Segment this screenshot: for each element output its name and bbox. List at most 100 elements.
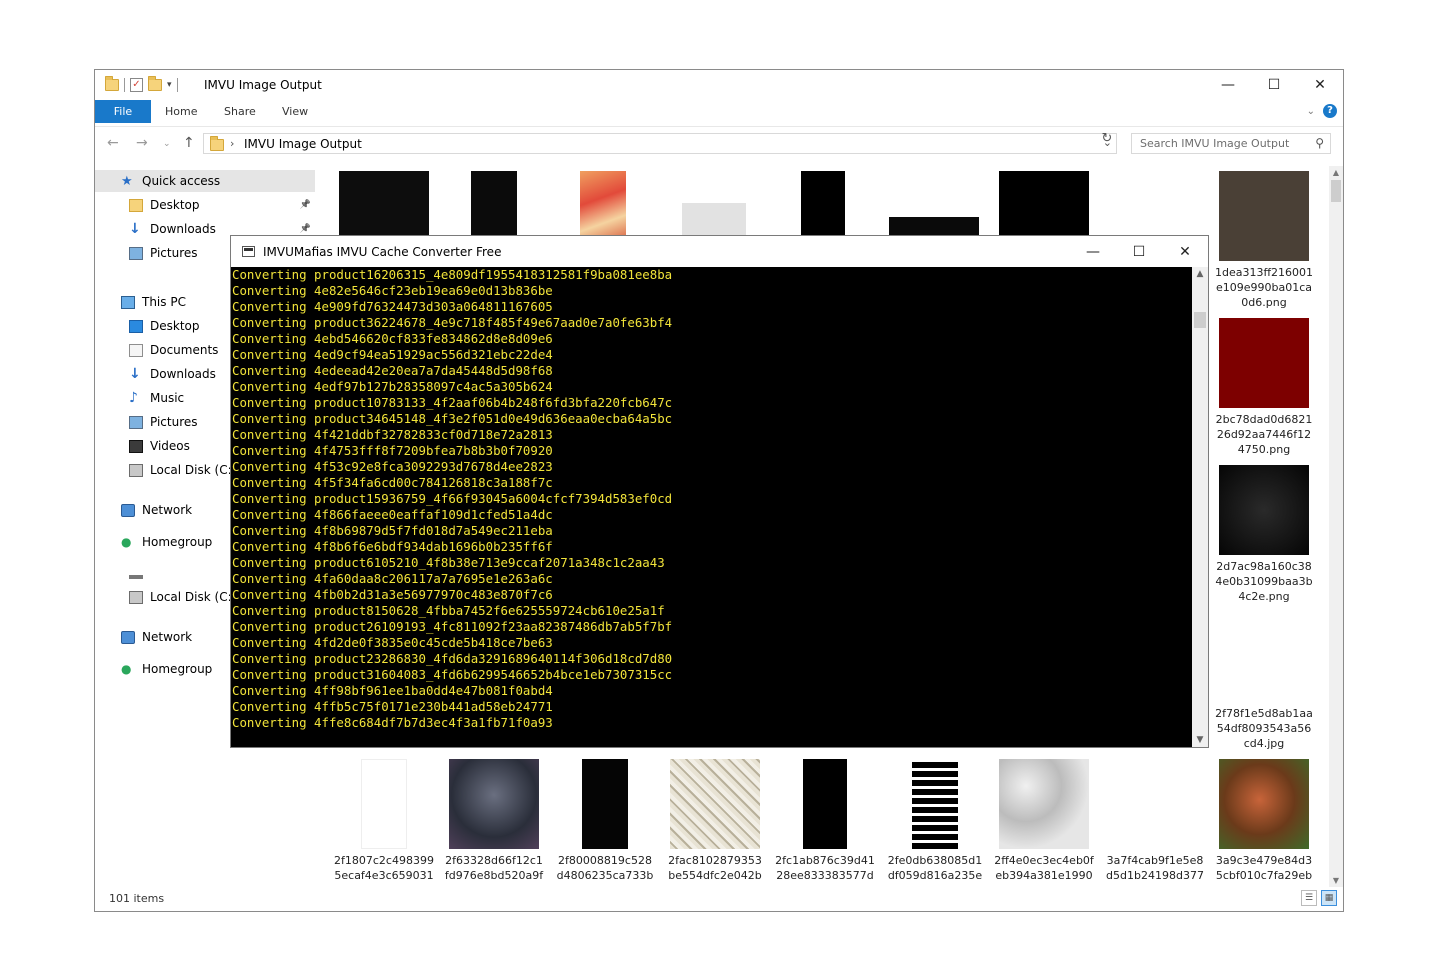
file-thumbnail[interactable] [999, 759, 1089, 849]
refresh-icon[interactable]: ↻ [1097, 131, 1117, 146]
console-minimize-button[interactable]: — [1070, 236, 1116, 267]
console-line: Converting 4f8b69879d5f7fd018d7a549ec211… [232, 523, 553, 538]
file-thumbnail[interactable] [1219, 612, 1309, 702]
tab-share[interactable]: Share [224, 100, 256, 123]
scroll-up-icon[interactable]: ▲ [1192, 269, 1208, 279]
file-thumbnail[interactable] [449, 759, 539, 849]
file-name[interactable]: 2ff4e0ec3ec4eb0feb394a381e1990a [994, 853, 1094, 883]
back-arrow-icon[interactable]: ← [107, 135, 119, 151]
homegroup-icon: ● [121, 534, 132, 549]
address-bar[interactable]: › IMVU Image Output ⌄ [203, 133, 1117, 154]
file-thumbnail[interactable] [339, 171, 429, 241]
up-arrow-icon[interactable]: ↑ [183, 135, 195, 151]
file-thumbnail[interactable] [580, 171, 626, 241]
file-name[interactable]: 2bc78dad0d682126d92aa7446f124750.png [1214, 412, 1314, 457]
customize-toolbar-icon[interactable]: ▾ [167, 80, 172, 90]
file-thumbnail[interactable] [999, 171, 1089, 241]
scrollbar-thumb[interactable] [1194, 312, 1206, 328]
sidebar-item-label: Homegroup [142, 662, 213, 676]
tab-home[interactable]: Home [165, 100, 197, 123]
console-line: Converting product6105210_4f8b38e713e9cc… [232, 555, 665, 570]
download-icon: ↓ [129, 220, 141, 237]
file-thumbnail[interactable] [801, 171, 845, 241]
console-scrollbar[interactable]: ▲ ▼ [1192, 267, 1208, 747]
console-line: Converting product16206315_4e809df195541… [232, 267, 673, 282]
pin-icon[interactable]: 📌 [300, 200, 311, 210]
file-thumbnail[interactable] [1219, 759, 1309, 849]
console-line: Converting 4f8b6f6e6bdf934dab1696b0b235f… [232, 539, 553, 554]
console-title: IMVUMafias IMVU Cache Converter Free [263, 245, 502, 259]
console-line: Converting product10783133_4f2aaf06b4b24… [232, 395, 673, 410]
console-line: Converting 4ed9cf94ea51929ac556d321ebc22… [232, 347, 553, 362]
file-thumbnail[interactable] [1110, 759, 1200, 849]
console-line: Converting product15936759_4f66f93045a60… [232, 491, 673, 506]
console-line: Converting 4fa60daa8c206117a7a7695e1e263… [232, 571, 553, 586]
console-line: Converting product36224678_4e9c718f485f4… [232, 315, 673, 330]
console-maximize-button[interactable]: ☐ [1116, 236, 1162, 267]
file-name[interactable]: 2f1807c2c4983995ecaf4e3c659031f [334, 853, 434, 883]
navigation-bar: ← → ⌄ ↑ › IMVU Image Output ⌄ ↻ Search I… [95, 126, 1343, 159]
console-output: Converting product16206315_4e809df195541… [231, 267, 1193, 747]
file-thumbnail[interactable] [471, 171, 517, 241]
breadcrumb[interactable]: IMVU Image Output [244, 137, 362, 151]
file-name[interactable]: 2f63328d66f12c1fd976e8bd520a9f8 [444, 853, 544, 883]
forward-arrow-icon[interactable]: → [136, 135, 148, 151]
scroll-down-icon[interactable]: ▼ [1329, 876, 1343, 885]
sidebar-item[interactable]: ★ Quick access [95, 170, 315, 192]
file-name[interactable]: 1dea313ff216001e109e990ba01ca0d6.png [1214, 265, 1314, 310]
sidebar-item[interactable]: Desktop 📌 [95, 194, 315, 216]
file-thumbnail[interactable] [803, 759, 847, 849]
file-name[interactable]: 3a7f4cab9f1e5e8d5d1b24198d377 [1105, 853, 1205, 883]
console-line: Converting 4edf97b127b28358097c4ac5a305b… [232, 379, 553, 394]
file-name[interactable]: 2d7ac98a160c384e0b31099baa3b4c2e.png [1214, 559, 1314, 604]
console-line: Converting 4fb0b2d31a3e56977970c483e870f… [232, 587, 553, 602]
sidebar-item-label: Quick access [142, 174, 221, 188]
recent-locations-icon[interactable]: ⌄ [163, 139, 171, 149]
properties-icon[interactable]: ✓ [130, 78, 143, 92]
file-name[interactable]: 2fc1ab876c39d4128ee833383577d9 [775, 853, 875, 883]
network-icon [121, 503, 135, 517]
scrollbar-thumb[interactable] [1331, 180, 1341, 202]
file-name[interactable]: 2fac8102879353be554dfc2e042b3d [665, 853, 765, 883]
scroll-up-icon[interactable]: ▲ [1329, 168, 1343, 177]
tab-file[interactable]: File [95, 100, 151, 123]
file-thumbnail[interactable] [1219, 171, 1309, 261]
sidebar-item-label: Pictures [150, 246, 198, 260]
console-close-button[interactable]: ✕ [1162, 236, 1208, 267]
pin-icon[interactable]: 📌 [300, 224, 311, 234]
sidebar-item-label: Documents [150, 343, 219, 357]
console-line: Converting product31604083_4fd6b62995466… [232, 667, 673, 682]
file-thumbnail[interactable] [582, 759, 628, 849]
network-icon [121, 630, 135, 644]
file-thumbnail[interactable] [670, 759, 760, 849]
maximize-button[interactable]: ☐ [1251, 70, 1297, 100]
file-name[interactable]: 2f78f1e5d8ab1aa54df8093543a56cd4.jpg [1214, 706, 1314, 751]
console-title-bar[interactable]: IMVUMafias IMVU Cache Converter Free — ☐… [231, 236, 1208, 267]
details-view-icon[interactable]: ☰ [1301, 890, 1317, 906]
minimize-button[interactable]: — [1205, 70, 1251, 100]
star-icon: ★ [121, 173, 133, 189]
documents-icon [129, 343, 143, 357]
help-icon[interactable]: ? [1323, 104, 1337, 118]
close-button[interactable]: ✕ [1297, 70, 1343, 100]
console-line: Converting product8150628_4fbba7452f6e62… [232, 603, 665, 618]
large-icons-view-icon[interactable]: ▦ [1321, 890, 1337, 906]
search-input[interactable]: Search IMVU Image Output ⚲ [1131, 133, 1331, 154]
new-folder-icon[interactable] [148, 76, 162, 91]
explorer-title-bar[interactable]: ✓ ▾ IMVU Image Output — ☐ ✕ [95, 70, 1343, 100]
file-thumbnail[interactable] [1219, 318, 1309, 408]
file-thumbnail[interactable] [361, 759, 407, 849]
file-name[interactable]: 2fe0db638085d1df059d816a235e92 [885, 853, 985, 883]
file-name[interactable]: 3a9c3e479e84d35cbf010c7fa29ebd [1214, 853, 1314, 883]
console-line: Converting 4ff98bf961ee1ba0dd4e47b081f0a… [232, 683, 553, 698]
homegroup-icon: ● [121, 661, 132, 676]
tab-view[interactable]: View [282, 100, 308, 123]
file-thumbnail[interactable] [1219, 465, 1309, 555]
sidebar-item-label: Music [150, 391, 185, 405]
scroll-down-icon[interactable]: ▼ [1192, 735, 1208, 745]
file-thumbnail[interactable] [912, 759, 958, 849]
expand-ribbon-icon[interactable]: ⌄ [1307, 106, 1315, 117]
file-name[interactable]: 2f80008819c528d4806235ca733bdc [555, 853, 655, 883]
vertical-scrollbar[interactable]: ▲ ▼ [1329, 166, 1343, 887]
breadcrumb-chevron-icon[interactable]: › [230, 137, 234, 150]
